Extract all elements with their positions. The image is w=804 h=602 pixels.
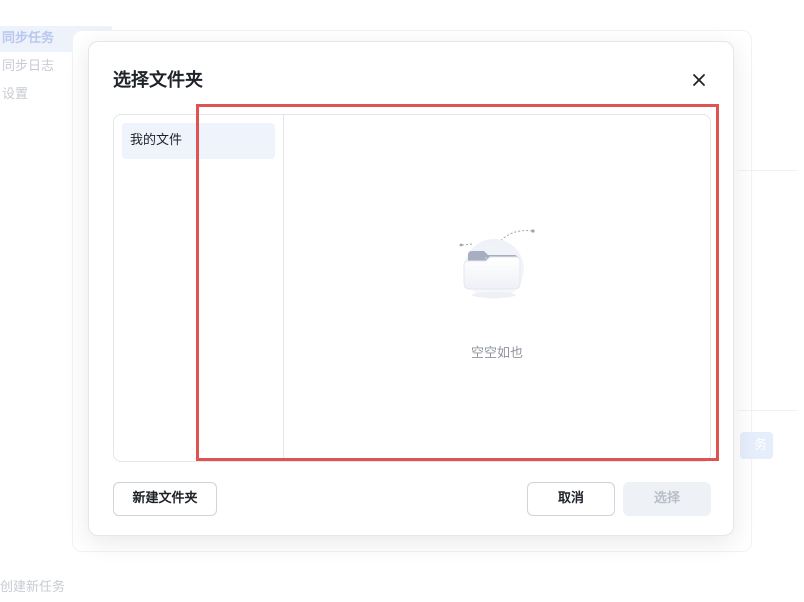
folder-tree: 我的文件 <box>114 115 284 461</box>
tree-item-my-files[interactable]: 我的文件 <box>122 123 275 159</box>
background-create-button[interactable]: 务 <box>740 432 773 459</box>
sidebar-item-settings[interactable]: 设置 <box>0 82 28 108</box>
background-divider <box>738 170 798 171</box>
select-button[interactable]: 选择 <box>623 482 711 516</box>
background-create-task-link[interactable]: 创建新任务 <box>0 576 65 595</box>
sidebar-item-sync-log[interactable]: 同步日志 <box>0 54 54 80</box>
background-divider <box>738 410 798 411</box>
folder-browser: 我的文件 空空如也 <box>113 114 711 462</box>
close-button[interactable] <box>687 68 711 92</box>
cancel-button[interactable]: 取消 <box>527 482 615 516</box>
new-folder-button[interactable]: 新建文件夹 <box>113 482 217 516</box>
close-icon <box>693 74 705 86</box>
empty-state-text: 空空如也 <box>470 346 523 361</box>
dialog-title: 选择文件夹 <box>113 70 203 91</box>
empty-folder-icon <box>458 227 536 313</box>
folder-content-area: 空空如也 <box>284 115 710 461</box>
select-folder-dialog: 选择文件夹 我的文件 空空如也 新建文件夹 取消 选择 <box>88 41 734 536</box>
